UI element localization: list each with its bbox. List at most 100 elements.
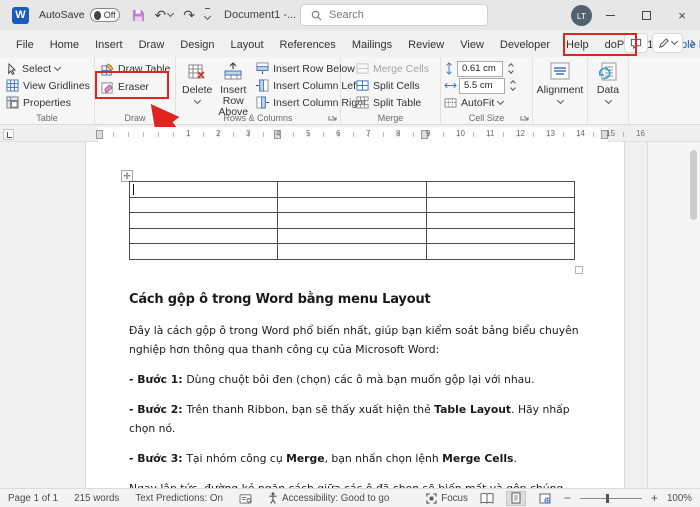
comments-button[interactable] [624, 33, 648, 53]
ruler-number: 14 [576, 129, 585, 138]
maximize-button[interactable] [628, 0, 664, 30]
accessibility-status[interactable]: Accessibility: Good to go [268, 492, 389, 504]
select-button[interactable]: Select [3, 60, 93, 77]
table-resize-handle[interactable] [575, 266, 583, 274]
table-cell[interactable] [128, 243, 279, 260]
redo-button[interactable]: ↷ [183, 7, 195, 24]
tab-insert[interactable]: Insert [87, 34, 131, 57]
comment-icon [630, 38, 642, 49]
table-cell[interactable] [277, 196, 427, 214]
tab-file[interactable]: File [8, 34, 42, 57]
doc-content[interactable]: Cách gộp ô trong Word bằng menu Layout Đâ… [129, 292, 585, 507]
ribbon-group-rows-columns: Delete Insert Row Above Insert Row Below… [176, 57, 366, 124]
autosave-control[interactable]: AutoSave Off [39, 8, 120, 22]
tab-selector-icon[interactable] [3, 129, 14, 140]
table-cell[interactable] [425, 227, 576, 245]
ruler-number: 3 [246, 129, 251, 138]
table-cell[interactable] [277, 181, 427, 198]
vertical-scrollbar[interactable] [690, 150, 697, 220]
editing-mode-button[interactable] [652, 33, 683, 53]
doc-table[interactable] [128, 181, 576, 260]
insert-row-above-button[interactable]: Insert Row Above [215, 60, 251, 118]
alignment-dropdown-icon [556, 96, 564, 105]
cell-size-dialog-launcher[interactable] [520, 112, 530, 122]
status-bar: Page 1 of 1 215 words Text Predictions: … [0, 488, 700, 507]
word-count[interactable]: 215 words [74, 493, 119, 504]
alignment-button[interactable]: Alignment [534, 60, 587, 111]
table-cell[interactable] [277, 227, 427, 245]
document-right-gutter [647, 142, 700, 488]
tab-developer[interactable]: Developer [492, 34, 558, 57]
tab-home[interactable]: Home [42, 34, 87, 57]
properties-button[interactable]: Properties [3, 94, 93, 111]
delete-button[interactable]: Delete [179, 60, 215, 111]
tab-help[interactable]: Help [558, 34, 597, 57]
web-layout-button[interactable] [535, 491, 555, 506]
undo-dropdown-icon[interactable] [167, 9, 175, 18]
column-width-spinner[interactable] [507, 78, 518, 94]
ruler-number: 7 [366, 129, 371, 138]
print-layout-button[interactable] [505, 490, 526, 506]
insert-column-left-icon [256, 79, 269, 92]
share-chevron-button[interactable] [687, 37, 696, 49]
column-width-input[interactable]: 5.5 cm [459, 77, 505, 94]
ruler-number: 2 [216, 129, 221, 138]
customize-qat-button[interactable] [203, 8, 212, 22]
focus-button[interactable]: Focus [426, 493, 468, 504]
split-cells-button[interactable]: Split Cells [353, 77, 432, 94]
tab-view[interactable]: View [452, 34, 492, 57]
tab-layout[interactable]: Layout [223, 34, 272, 57]
table-cell[interactable] [128, 181, 279, 198]
split-table-button[interactable]: Split Table [353, 94, 432, 111]
table-cell[interactable] [277, 243, 427, 260]
delete-table-icon [187, 62, 207, 82]
table-cell[interactable] [425, 243, 576, 260]
table-cell[interactable] [128, 196, 279, 214]
autofit-icon [444, 98, 457, 108]
avatar[interactable]: LT [571, 5, 592, 26]
text-cursor [133, 184, 134, 195]
zoom-in-button[interactable]: + [651, 491, 658, 505]
read-mode-button[interactable] [477, 491, 497, 506]
minimize-button[interactable] [592, 0, 628, 30]
row-height-icon [446, 62, 452, 75]
view-gridlines-button[interactable]: View Gridlines [3, 77, 93, 94]
zoom-slider[interactable] [579, 493, 642, 503]
save-icon[interactable] [132, 9, 145, 22]
tab-review[interactable]: Review [400, 34, 452, 57]
tab-draw[interactable]: Draw [131, 34, 173, 57]
ruler-indent-marker[interactable] [96, 130, 103, 139]
pen-icon [659, 37, 669, 48]
autosave-toggle[interactable]: Off [89, 8, 120, 22]
undo-button[interactable]: ↶ [155, 7, 175, 24]
zoom-level[interactable]: 100% [667, 493, 692, 504]
tab-mailings[interactable]: Mailings [344, 34, 400, 57]
close-button[interactable]: × [664, 0, 700, 30]
table-cell[interactable] [277, 212, 427, 229]
focus-icon [426, 492, 437, 504]
table-cell[interactable] [128, 227, 279, 245]
autofit-button[interactable]: AutoFit [444, 94, 529, 111]
table-cell[interactable] [425, 196, 576, 214]
tab-design[interactable]: Design [172, 34, 222, 57]
table-cell[interactable] [425, 181, 576, 198]
table-cell[interactable] [128, 212, 279, 229]
eraser-button[interactable]: Eraser [98, 78, 173, 96]
rows-columns-dialog-launcher[interactable] [328, 112, 338, 122]
zoom-out-button[interactable]: − [564, 491, 571, 505]
proofing-icon[interactable] [239, 493, 252, 504]
row-height-spinner[interactable] [505, 61, 516, 77]
zoom-slider-thumb[interactable] [605, 493, 609, 503]
data-dropdown-icon [604, 96, 612, 105]
row-height-input[interactable]: 0.61 cm [457, 60, 503, 77]
search-input[interactable]: Search [300, 4, 488, 26]
merge-cells-button[interactable]: Merge Cells [353, 60, 432, 77]
text-predictions[interactable]: Text Predictions: On [135, 493, 223, 504]
document-page[interactable]: ✛ Cách gộp ô trong Word bằng menu Layout… [85, 142, 625, 507]
draw-table-button[interactable]: Draw Table [98, 60, 173, 78]
table-cell[interactable] [425, 212, 576, 229]
horizontal-ruler[interactable]: 1 2 3 4 5 6 7 8 9 10 11 12 13 14 15 16 [0, 127, 700, 142]
tab-references[interactable]: References [272, 34, 344, 57]
page-indicator[interactable]: Page 1 of 1 [8, 493, 58, 504]
data-button[interactable]: Data [594, 60, 622, 111]
